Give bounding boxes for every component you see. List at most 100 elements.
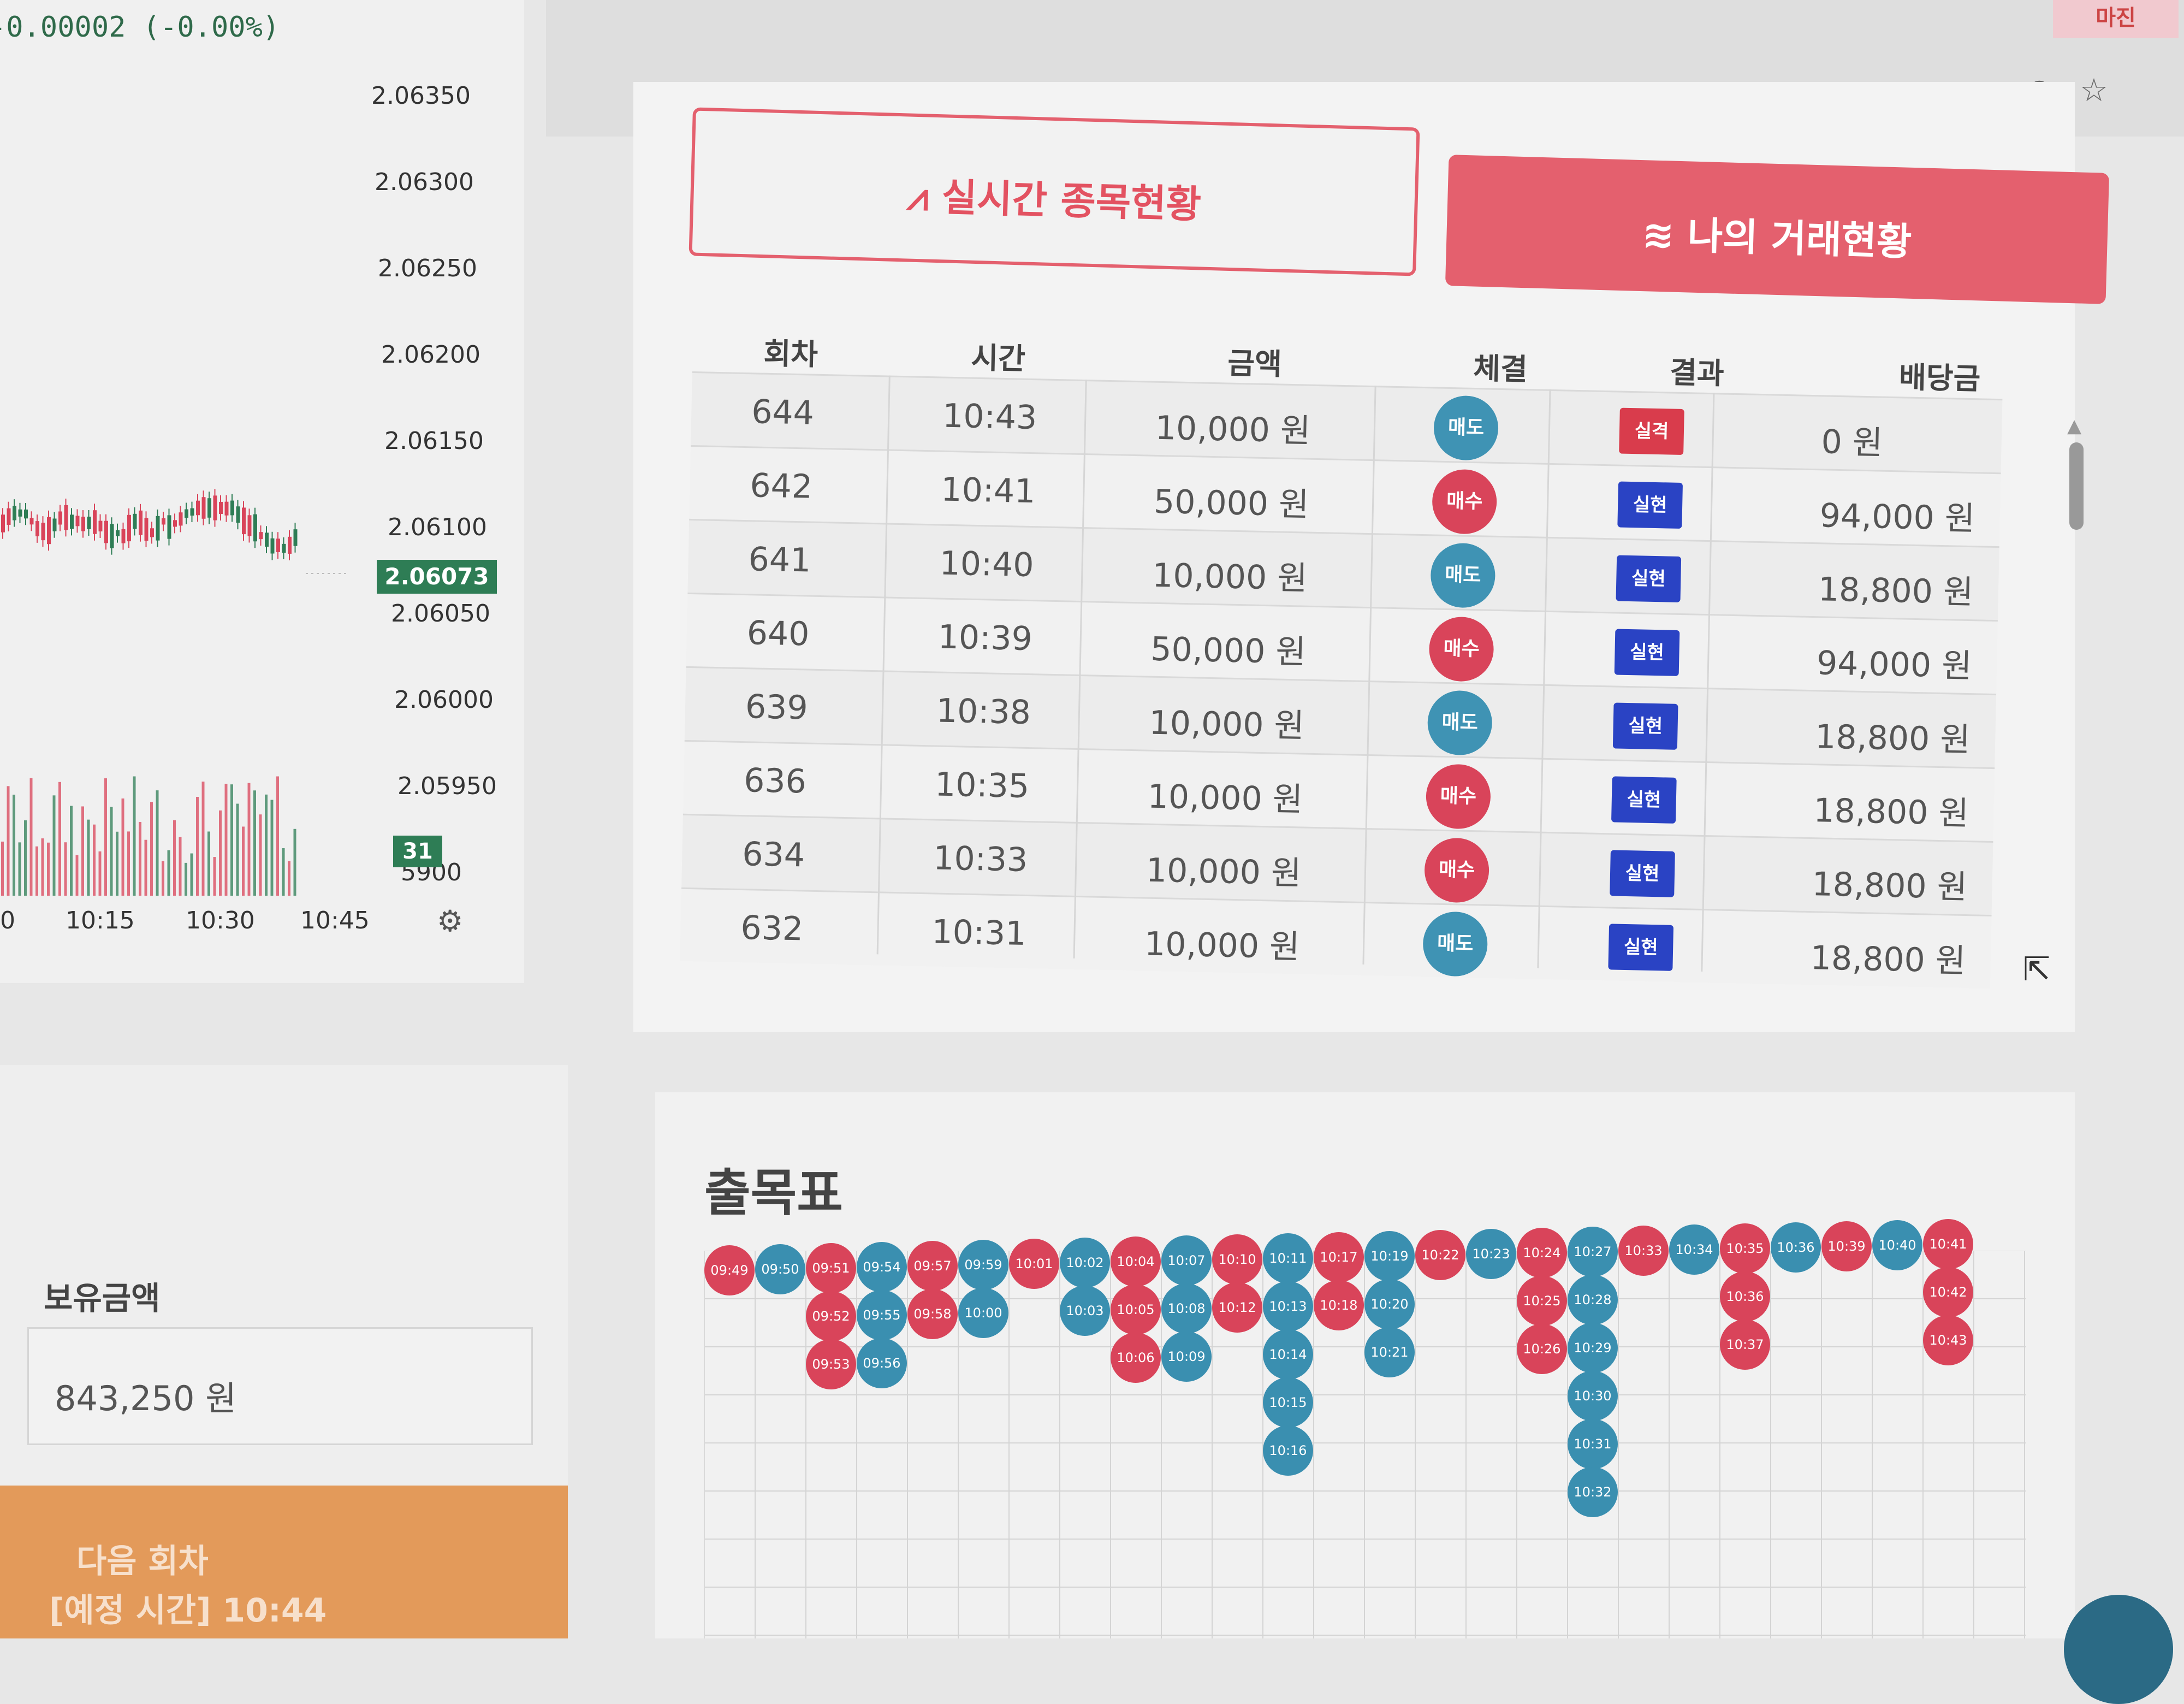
volume-bar	[265, 794, 268, 896]
tab-mine-label: 나의 거래현황	[1687, 213, 1913, 264]
volume-bar	[58, 782, 61, 896]
bead-result: 10:27	[1568, 1227, 1618, 1277]
result-badge: 실격	[1619, 407, 1684, 455]
bead-result: 10:11	[1263, 1233, 1313, 1283]
volume-bar	[35, 846, 38, 896]
bead-result: 09:49	[704, 1245, 755, 1295]
bead-result: 10:06	[1111, 1333, 1161, 1383]
volume-bar	[213, 857, 216, 896]
candle	[52, 518, 57, 531]
volume-bar	[173, 820, 176, 896]
result-badge: 실현	[1614, 629, 1680, 676]
bead-result: 10:29	[1568, 1323, 1618, 1373]
side-badge: 매수	[1431, 469, 1498, 535]
bead-result: 09:54	[857, 1242, 907, 1292]
candle	[116, 530, 120, 536]
column-header[interactable]: 체결	[1473, 344, 1528, 388]
volume-bar	[133, 776, 136, 896]
candle	[259, 532, 263, 540]
bead-result: 09:53	[806, 1339, 856, 1389]
round-cell: 636	[743, 761, 807, 801]
candle	[156, 516, 160, 541]
time-axis: 0 10:15 10:30 10:45	[0, 907, 491, 939]
bead-result: 10:20	[1364, 1279, 1415, 1329]
round-cell: 640	[746, 614, 810, 654]
volume-bar	[247, 783, 251, 896]
round-cell: 632	[740, 909, 804, 949]
side-badge: 매수	[1425, 764, 1492, 830]
star-icon[interactable]: ☆	[2075, 71, 2113, 109]
bead-result: 10:25	[1517, 1276, 1567, 1326]
volume-bar	[127, 831, 130, 896]
round-cell: 641	[747, 540, 811, 580]
round-cell: 639	[745, 688, 809, 727]
candle	[64, 505, 68, 530]
volume-bar	[179, 837, 182, 896]
bead-result: 10:40	[1872, 1220, 1922, 1270]
candle	[185, 509, 188, 518]
candle	[87, 516, 91, 529]
candle	[133, 513, 137, 529]
column-header[interactable]: 결과	[1670, 348, 1725, 392]
tab-live-status[interactable]: ⩘ 실시간 종목현황	[689, 107, 1420, 276]
volume-bar	[162, 861, 164, 896]
bead-result: 10:08	[1161, 1283, 1212, 1334]
volume-bar	[75, 855, 79, 896]
round-cell: 644	[751, 393, 815, 433]
next-round-label: 다음 회차	[76, 1542, 209, 1581]
bead-result: 10:32	[1568, 1467, 1618, 1517]
candle	[213, 495, 217, 520]
candle	[127, 514, 131, 542]
bead-result: 10:00	[958, 1288, 1008, 1338]
candle	[282, 543, 286, 553]
volume-bar	[24, 820, 27, 896]
tab-my-trades[interactable]: ≋ 나의 거래현황	[1445, 155, 2110, 304]
candle	[167, 515, 171, 539]
candle	[219, 501, 223, 514]
bead-result: 10:41	[1923, 1219, 1973, 1269]
volume-bar	[81, 806, 84, 896]
chat-button[interactable]	[2064, 1595, 2173, 1704]
side-badge: 매도	[1427, 690, 1493, 756]
table-scrollbar[interactable]	[2069, 442, 2084, 530]
column-header[interactable]: 회차	[763, 329, 818, 374]
scroll-up-icon[interactable]: ▲	[2067, 415, 2081, 437]
bead-result: 10:09	[1161, 1332, 1212, 1382]
bead-result: 10:18	[1314, 1280, 1364, 1330]
amount-cell: 10,000 원	[1146, 851, 1302, 893]
balance-label: 보유금액	[44, 1280, 161, 1317]
candle	[58, 511, 62, 525]
payout-cell: 18,800 원	[1818, 570, 1974, 612]
site-logo: 마진	[2053, 0, 2179, 38]
time-cell: 10:38	[936, 691, 1031, 732]
bead-result: 10:24	[1517, 1228, 1567, 1278]
bead-result: 09:56	[857, 1338, 907, 1388]
bead-result: 10:21	[1364, 1327, 1415, 1377]
candle	[144, 518, 149, 541]
candle	[24, 509, 28, 519]
bead-road-title: 출목표	[704, 1164, 843, 1222]
column-header[interactable]: 금액	[1227, 339, 1283, 383]
next-round-time: [예정 시간] 10:44	[49, 1591, 327, 1630]
time-cell: 10:40	[939, 544, 1035, 585]
candle	[81, 517, 85, 531]
volume-bar	[224, 784, 228, 896]
volume-bar	[110, 807, 113, 896]
side-badge: 매수	[1423, 837, 1490, 903]
candle	[121, 529, 126, 543]
settings-icon[interactable]: ⚙	[437, 904, 463, 938]
result-badge: 실현	[1611, 776, 1677, 824]
bead-result: 10:34	[1669, 1224, 1719, 1275]
volume-bar	[52, 795, 56, 896]
candlestick-chart[interactable]	[0, 60, 349, 912]
column-header[interactable]: 배당금	[1898, 353, 1981, 398]
volume-bar	[1, 841, 4, 896]
volume-bar	[236, 803, 239, 896]
column-header[interactable]: 시간	[971, 334, 1026, 378]
candle	[29, 518, 34, 525]
volume-bar	[276, 776, 279, 896]
amount-cell: 10,000 원	[1147, 777, 1303, 819]
volume-bar	[47, 842, 50, 896]
candle	[13, 506, 16, 520]
candle	[179, 512, 183, 526]
